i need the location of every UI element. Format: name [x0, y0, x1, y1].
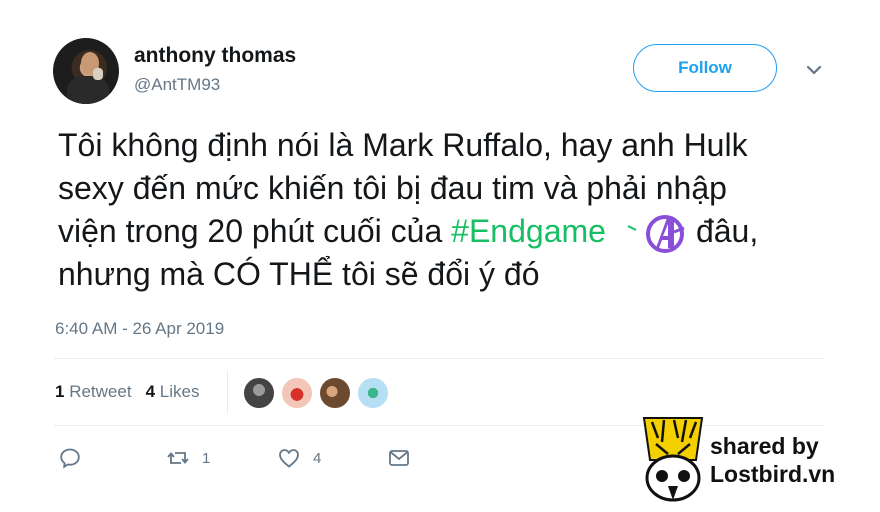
- tweet-text: Tôi không định nói là Mark Ruffalo, hay …: [58, 124, 838, 296]
- tweet-timestamp[interactable]: 6:40 AM - 26 Apr 2019: [55, 319, 224, 339]
- reply-icon: [60, 448, 80, 469]
- message-button[interactable]: [387, 446, 411, 470]
- message-icon: [389, 450, 409, 466]
- retweet-stat[interactable]: 1 Retweet: [55, 382, 132, 402]
- liker-avatars: [243, 377, 389, 409]
- retweet-count: 1: [202, 449, 211, 467]
- follow-button[interactable]: Follow: [633, 44, 777, 92]
- divider-top: [54, 358, 824, 359]
- like-stat-count: 4: [145, 382, 156, 401]
- watermark-line-1: shared by: [710, 433, 819, 459]
- tweet-line-2: sexy đến mức khiến tôi bị đau tim và phả…: [58, 170, 727, 206]
- watermark-line-2: Lostbird.vn: [710, 461, 836, 487]
- watermark: shared by Lostbird.vn: [638, 414, 880, 506]
- avatar-body: [67, 76, 109, 104]
- retweet-icon: [167, 452, 189, 464]
- caret-down-icon[interactable]: [804, 60, 824, 80]
- like-stat[interactable]: 4 Likes: [146, 382, 200, 402]
- watermark-text: shared by Lostbird.vn: [710, 432, 835, 488]
- user-handle[interactable]: @AntTM93: [134, 75, 220, 95]
- like-icon: [279, 449, 299, 468]
- retweet-stat-count: 1: [55, 382, 65, 401]
- like-button[interactable]: 4: [277, 446, 321, 470]
- tweet-line-4: nhưng mà CÓ THỂ tôi sẽ đổi ý đó: [58, 256, 540, 292]
- liker-avatar[interactable]: [243, 377, 275, 409]
- tweet-line-3: viện trong 20 phút cuối của #Endgame đâu,: [58, 210, 838, 255]
- user-name[interactable]: anthony thomas: [134, 44, 296, 68]
- tweet-line-1: Tôi không định nói là Mark Ruffalo, hay …: [58, 127, 748, 163]
- retweet-stat-label: Retweet: [69, 382, 132, 401]
- liker-avatar[interactable]: [281, 377, 313, 409]
- like-stat-label: Likes: [159, 382, 200, 401]
- reply-button[interactable]: [58, 446, 94, 470]
- avengers-emoji-icon: [606, 212, 696, 255]
- tweet-line-3-text: viện trong 20 phút cuối của: [58, 213, 452, 249]
- liker-avatar[interactable]: [357, 377, 389, 409]
- stats-separator: [227, 370, 228, 414]
- like-count: 4: [313, 449, 322, 467]
- lostbird-logo-icon: [642, 417, 704, 502]
- tweet-stats: 1 Retweet 4 Likes: [55, 382, 199, 402]
- hashtag-link[interactable]: #Endgame: [451, 213, 606, 249]
- user-avatar[interactable]: [53, 38, 119, 104]
- avatar-hand: [93, 68, 103, 80]
- tweet-line-3-end: đâu,: [695, 213, 759, 249]
- liker-avatar[interactable]: [319, 377, 351, 409]
- retweet-button[interactable]: 1: [166, 446, 210, 470]
